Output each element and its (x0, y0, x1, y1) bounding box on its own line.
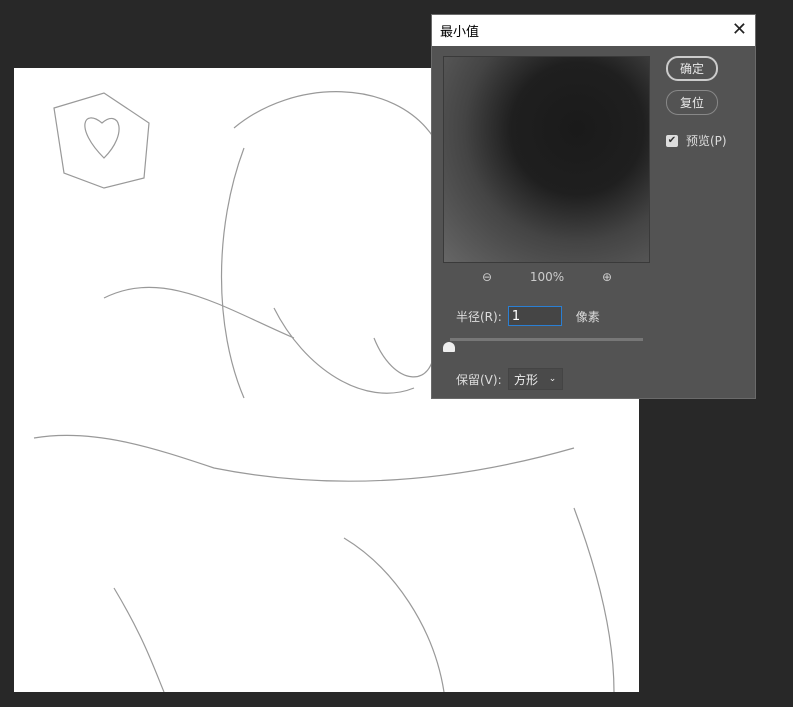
dialog-titlebar[interactable]: 最小值 ✕ (432, 15, 755, 46)
ok-button[interactable]: 确定 (666, 56, 718, 81)
reset-button[interactable]: 复位 (666, 90, 718, 115)
radius-slider-thumb[interactable] (443, 342, 455, 352)
checkmark-icon[interactable]: ✔ (666, 134, 678, 147)
preserve-label: 保留(V): (456, 372, 502, 387)
radius-input[interactable] (507, 306, 562, 326)
preview-label: 预览(P) (686, 134, 727, 148)
close-icon[interactable]: ✕ (732, 19, 747, 40)
dialog-title: 最小值 (440, 25, 480, 40)
radius-label: 半径(R): (456, 309, 502, 324)
preserve-select[interactable]: 方形 ⌄ (507, 368, 563, 390)
zoom-level: 100% (529, 270, 565, 284)
preserve-value: 方形 (513, 372, 538, 387)
preview-checkbox[interactable]: ✔ 预览(P) (666, 132, 727, 149)
chevron-down-icon: ⌄ (548, 374, 557, 384)
zoom-out-icon[interactable]: ⊖ (482, 270, 492, 284)
radius-unit: 像素 (575, 309, 600, 324)
zoom-in-icon[interactable]: ⊕ (602, 270, 612, 284)
radius-slider-track[interactable] (450, 338, 643, 341)
minimum-filter-dialog: 最小值 ✕ 确定 复位 ✔ 预览(P) ⊖ 100% ⊕ 半径(R): 像素 保… (431, 14, 756, 399)
filter-preview[interactable] (443, 56, 650, 263)
